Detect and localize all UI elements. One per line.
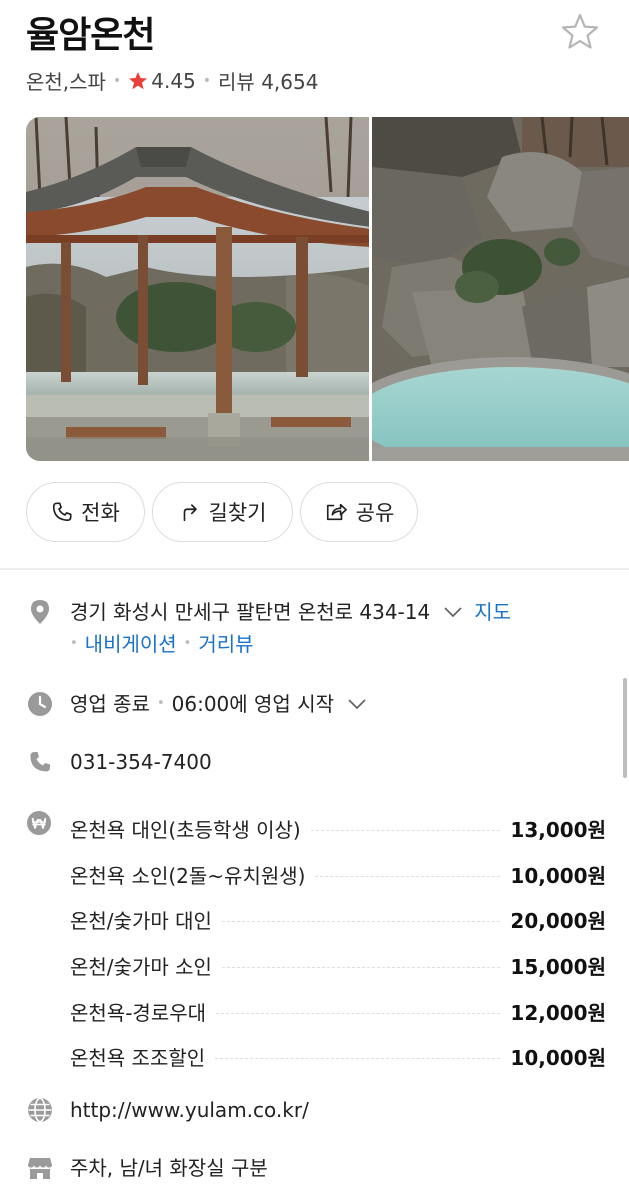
price-item: 온천욕 조조할인 10,000원 (70, 1034, 606, 1080)
price-item-name: 온천욕 소인(2돌~유치원생) (70, 863, 306, 888)
call-label: 전화 (81, 501, 120, 525)
next-open-time: 06:00에 영업 시작 (171, 692, 334, 716)
website-row: http://www.yulam.co.kr/ (26, 1094, 309, 1126)
separator: • (70, 636, 78, 651)
directions-label: 길찾기 (208, 501, 267, 525)
address-row: 경기 화성시 만세구 팔탄면 온천로 434-14 지도 • 내비게이션 • 거… (26, 596, 606, 660)
separator: • (156, 696, 165, 711)
won-icon (26, 810, 54, 838)
price-leader-line (221, 967, 501, 969)
rating-value: 4.45 (151, 68, 196, 93)
phone-icon (53, 502, 72, 522)
directions-button[interactable]: 길찾기 (152, 482, 293, 542)
action-bar: 전화 길찾기 공유 (26, 482, 418, 542)
globe-icon (26, 1096, 54, 1124)
streetview-link[interactable]: 거리뷰 (198, 628, 253, 660)
price-item: 온천/숯가마 소인 15,000원 (70, 943, 606, 989)
facilities-text: 주차, 남/녀 화장실 구분 (70, 1156, 268, 1180)
separator: • (112, 72, 122, 89)
price-item-name: 온천욕-경로우대 (70, 1000, 207, 1025)
price-item-value: 12,000원 (510, 1000, 606, 1025)
price-item-value: 10,000원 (510, 1046, 606, 1071)
location-pin-icon (26, 598, 54, 626)
price-item-name: 온천욕 조조할인 (70, 1046, 206, 1071)
price-item-value: 10,000원 (510, 863, 606, 888)
route-icon (183, 504, 197, 522)
business-status: 영업 종료 (70, 692, 150, 716)
scrollbar[interactable] (623, 678, 627, 778)
call-button[interactable]: 전화 (26, 482, 145, 542)
clock-icon (26, 690, 54, 718)
address-text[interactable]: 경기 화성시 만세구 팔탄면 온천로 434-14 (70, 596, 430, 628)
review-count[interactable]: 리뷰 4,654 (218, 66, 318, 95)
price-item-value: 15,000원 (510, 955, 606, 980)
price-item: 온천욕 소인(2돌~유치원생) 10,000원 (70, 852, 606, 898)
price-leader-line (216, 1012, 501, 1014)
price-leader-line (310, 830, 501, 832)
place-meta: 온천,스파 • 4.45 • 리뷰 4,654 (26, 66, 318, 95)
chevron-down-icon[interactable] (346, 697, 368, 711)
phone-number[interactable]: 031-354-7400 (70, 746, 212, 778)
favorite-star-icon[interactable] (560, 12, 600, 52)
share-button[interactable]: 공유 (300, 482, 418, 542)
store-icon (26, 1154, 54, 1182)
price-leader-line (315, 875, 501, 877)
website-link[interactable]: http://www.yulam.co.kr/ (70, 1094, 309, 1126)
price-leader-line (221, 921, 501, 923)
facilities-row: 주차, 남/녀 화장실 구분 (26, 1152, 268, 1184)
separator: • (183, 636, 192, 651)
hours-row[interactable]: 영업 종료 • 06:00에 영업 시작 (26, 688, 368, 720)
phone-row[interactable]: 031-354-7400 (26, 746, 212, 778)
price-leader-line (215, 1058, 501, 1060)
phone-icon (26, 748, 54, 776)
price-item: 온천/숯가마 대인 20,000원 (70, 897, 606, 943)
price-item-value: 20,000원 (510, 909, 606, 934)
price-item-value: 13,000원 (510, 818, 606, 843)
price-list: 온천욕 대인(초등학생 이상) 13,000원 온천욕 소인(2돌~유치원생) … (70, 806, 606, 1080)
price-item: 온천욕-경로우대 12,000원 (70, 988, 606, 1034)
chevron-down-icon[interactable] (442, 605, 464, 619)
price-item-name: 온천/숯가마 대인 (70, 909, 212, 934)
price-item: 온천욕 대인(초등학생 이상) 13,000원 (70, 806, 606, 852)
rating-star-icon (129, 71, 148, 89)
share-icon (326, 503, 347, 521)
place-title: 율암온천 (26, 15, 155, 56)
photo-pavilion[interactable] (26, 117, 370, 461)
section-divider (0, 568, 629, 570)
price-item-name: 온천/숯가마 소인 (70, 955, 212, 980)
share-label: 공유 (355, 501, 395, 525)
navigation-link[interactable]: 내비게이션 (85, 628, 177, 660)
category-label: 온천,스파 (26, 70, 106, 94)
separator: • (202, 72, 212, 89)
photo-gallery[interactable] (26, 117, 629, 461)
photo-outdoor-pool[interactable] (372, 117, 629, 461)
price-item-name: 온천욕 대인(초등학생 이상) (70, 818, 301, 843)
map-link[interactable]: 지도 (474, 596, 511, 628)
